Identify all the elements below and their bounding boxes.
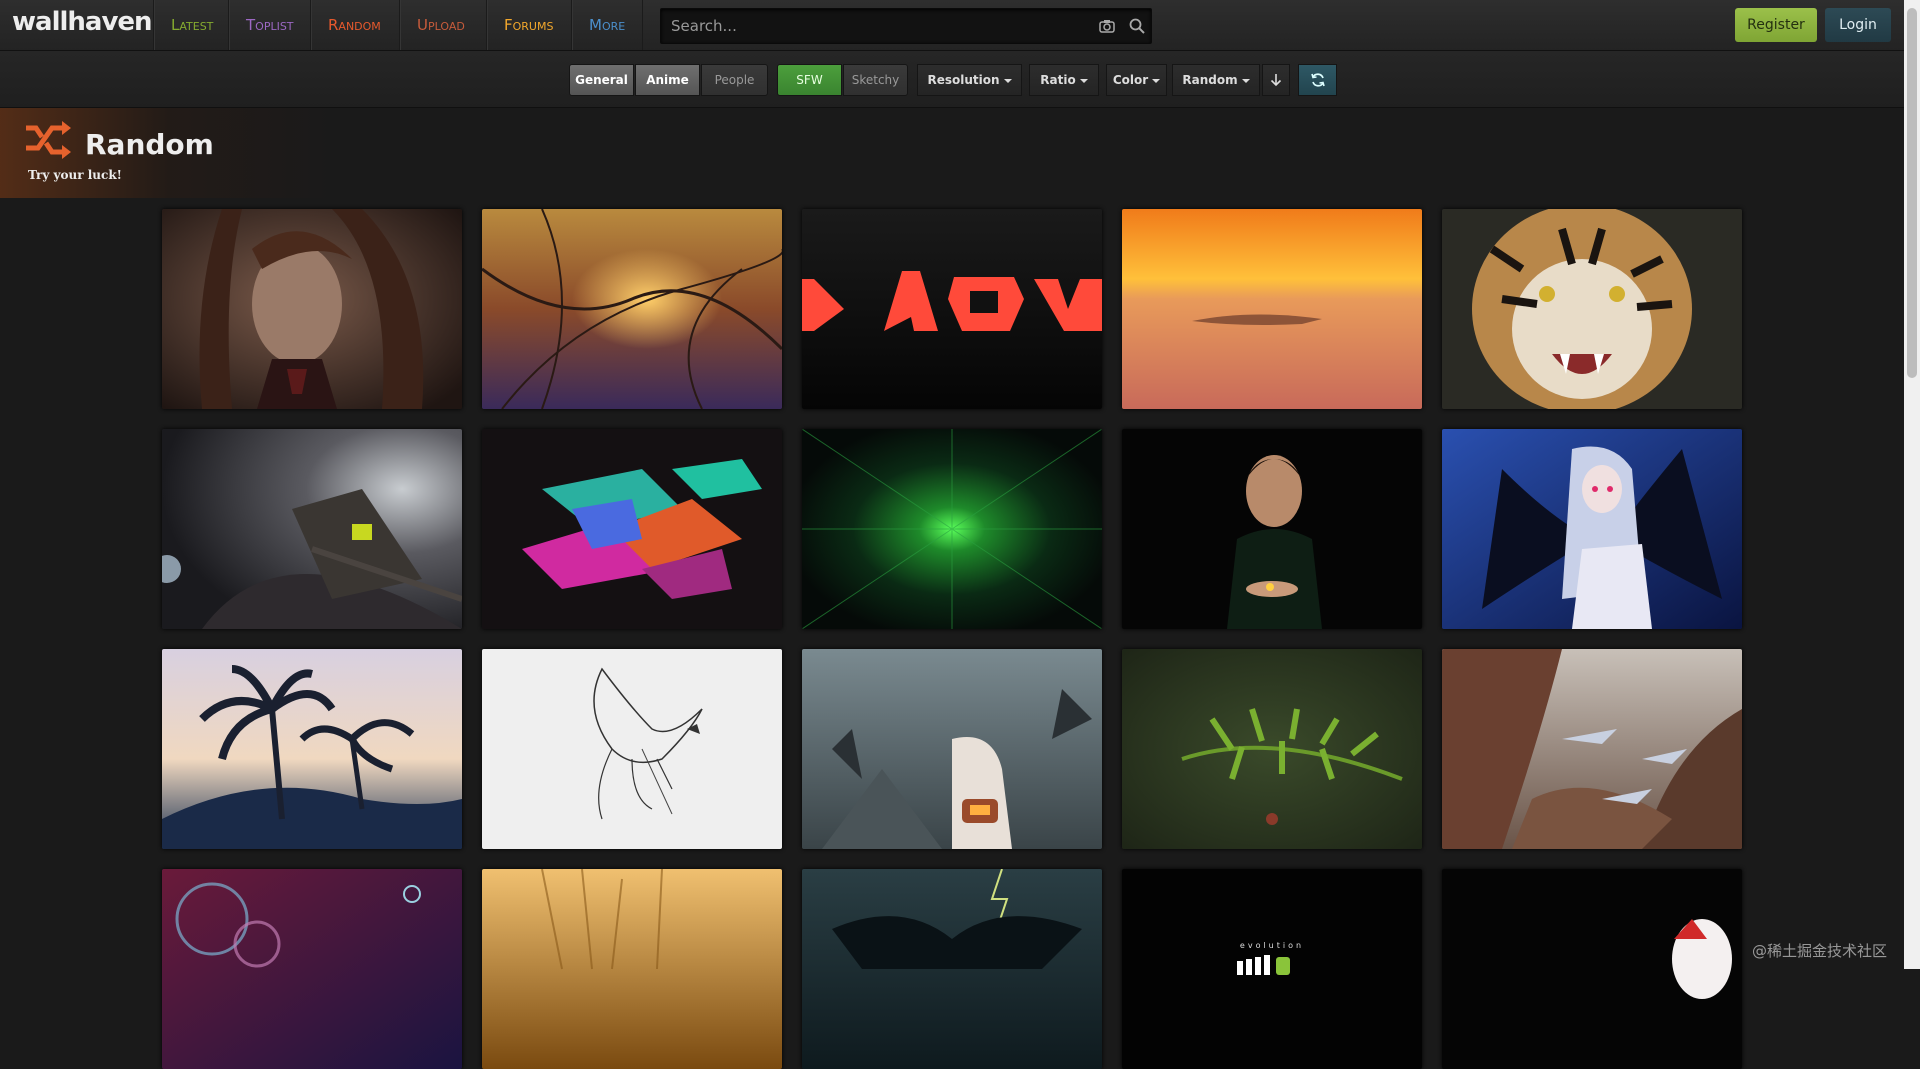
wallpaper-image: [802, 429, 1102, 629]
wallpaper-thumb-man-ring[interactable]: [1122, 429, 1422, 629]
sort-order-button[interactable]: [1262, 64, 1290, 96]
arrow-down-icon: [1270, 74, 1282, 87]
search-box: [660, 8, 1152, 44]
sorting-label: Random: [1182, 73, 1238, 87]
wallpaper-image: [1122, 869, 1422, 1069]
filter-sfw[interactable]: SFW: [777, 64, 842, 96]
color-label: Color: [1112, 73, 1149, 87]
wallpaper-image: [162, 649, 462, 849]
wallpaper-thumb-palm-trees[interactable]: [162, 649, 462, 849]
scrollbar-thumb[interactable]: [1907, 8, 1917, 378]
wallpaper-thumb-canyon-jets[interactable]: [1442, 649, 1742, 849]
wallpaper-thumb-orange-sunset[interactable]: [1122, 209, 1422, 409]
wallpaper-thumb-tiger[interactable]: [1442, 209, 1742, 409]
register-button[interactable]: Register: [1735, 8, 1817, 42]
nav-latest[interactable]: Latest: [153, 0, 230, 50]
refresh-icon: [1310, 73, 1325, 87]
caret-down-icon: [1079, 78, 1088, 83]
wallpaper-image: [1442, 429, 1742, 629]
wallpaper-thumb-space-station[interactable]: [162, 429, 462, 629]
caret-down-icon: [1152, 78, 1161, 83]
ratio-dropdown[interactable]: Ratio: [1029, 64, 1099, 96]
filter-bar: General Anime People SFW Sketchy Resolut…: [0, 51, 1904, 108]
refresh-button[interactable]: [1298, 64, 1337, 96]
wallpaper-image: [1442, 209, 1742, 409]
wallpaper-image: [482, 649, 782, 849]
sorting-dropdown[interactable]: Random: [1172, 64, 1260, 96]
caret-down-icon: [1003, 78, 1012, 83]
wallpaper-image: [1122, 429, 1422, 629]
wallpaper-thumb-red-letters[interactable]: [802, 209, 1102, 409]
wallpaper-image: [1122, 209, 1422, 409]
wallpaper-image: [482, 429, 782, 629]
wallpaper-thumb-wheat[interactable]: [482, 869, 782, 1069]
wallpaper-thumb-winged-girl[interactable]: [1442, 429, 1742, 629]
filter-people[interactable]: People: [701, 64, 768, 96]
resolution-dropdown[interactable]: Resolution: [917, 64, 1022, 96]
wallpaper-thumb-bubbles[interactable]: [162, 869, 462, 1069]
caret-down-icon: [1241, 78, 1250, 83]
page-title: Random: [85, 128, 214, 161]
filter-sketchy[interactable]: Sketchy: [843, 64, 908, 96]
wallpaper-thumb-anime-girl[interactable]: [162, 209, 462, 409]
search-icon[interactable]: [1128, 17, 1146, 35]
wallpaper-thumb-eagle-sketch[interactable]: [482, 649, 782, 849]
page-subtitle: Try your luck!: [28, 168, 122, 182]
wallpaper-image: [1442, 649, 1742, 849]
search-input[interactable]: [661, 9, 1101, 43]
wallpaper-image: [802, 209, 1102, 409]
wallpaper-thumb-green-burst[interactable]: [802, 429, 1102, 629]
nav-upload[interactable]: Upload: [399, 0, 482, 50]
wallpaper-image: [802, 869, 1102, 1069]
wallpaper-thumb-branches-sunset[interactable]: [482, 209, 782, 409]
evolution-caption: evolution: [1239, 941, 1305, 950]
login-button[interactable]: Login: [1825, 8, 1891, 42]
watermark-text: @稀土掘金技术社区: [1752, 942, 1888, 960]
wallhaven-logo[interactable]: wallhaven: [12, 7, 153, 37]
shuffle-icon: [26, 121, 71, 159]
nav-forums[interactable]: Forums: [486, 0, 570, 50]
filter-general[interactable]: General: [569, 64, 634, 96]
wallpaper-thumb-dragon[interactable]: [802, 869, 1102, 1069]
ratio-label: Ratio: [1040, 73, 1076, 87]
wallpaper-image: [802, 649, 1102, 849]
top-header: wallhaven Latest Toplist Random Upload F…: [0, 0, 1904, 51]
wallpaper-thumb-dark-anime[interactable]: [1442, 869, 1742, 1069]
wallpaper-thumb-abstract-shards[interactable]: [482, 429, 782, 629]
wallpaper-thumb-fantasy-battle[interactable]: [802, 649, 1102, 849]
resolution-label: Resolution: [927, 73, 1000, 87]
wallpaper-image: [1122, 649, 1422, 849]
nav-more[interactable]: More: [571, 0, 644, 50]
nav-toplist[interactable]: Toplist: [228, 0, 311, 50]
camera-icon[interactable]: [1098, 17, 1116, 35]
wallpaper-image: [482, 209, 782, 409]
wallpaper-thumb-fern[interactable]: [1122, 649, 1422, 849]
wallpaper-image: [1442, 869, 1742, 1069]
filter-anime[interactable]: Anime: [635, 64, 700, 96]
color-dropdown[interactable]: Color: [1106, 64, 1167, 96]
wallpaper-thumb-evolution[interactable]: evolution: [1122, 869, 1422, 1069]
wallpaper-image: [482, 869, 782, 1069]
wallpaper-image: [162, 429, 462, 629]
wallpaper-image: [162, 209, 462, 409]
nav-random[interactable]: Random: [310, 0, 398, 50]
wallpaper-image: [162, 869, 462, 1069]
